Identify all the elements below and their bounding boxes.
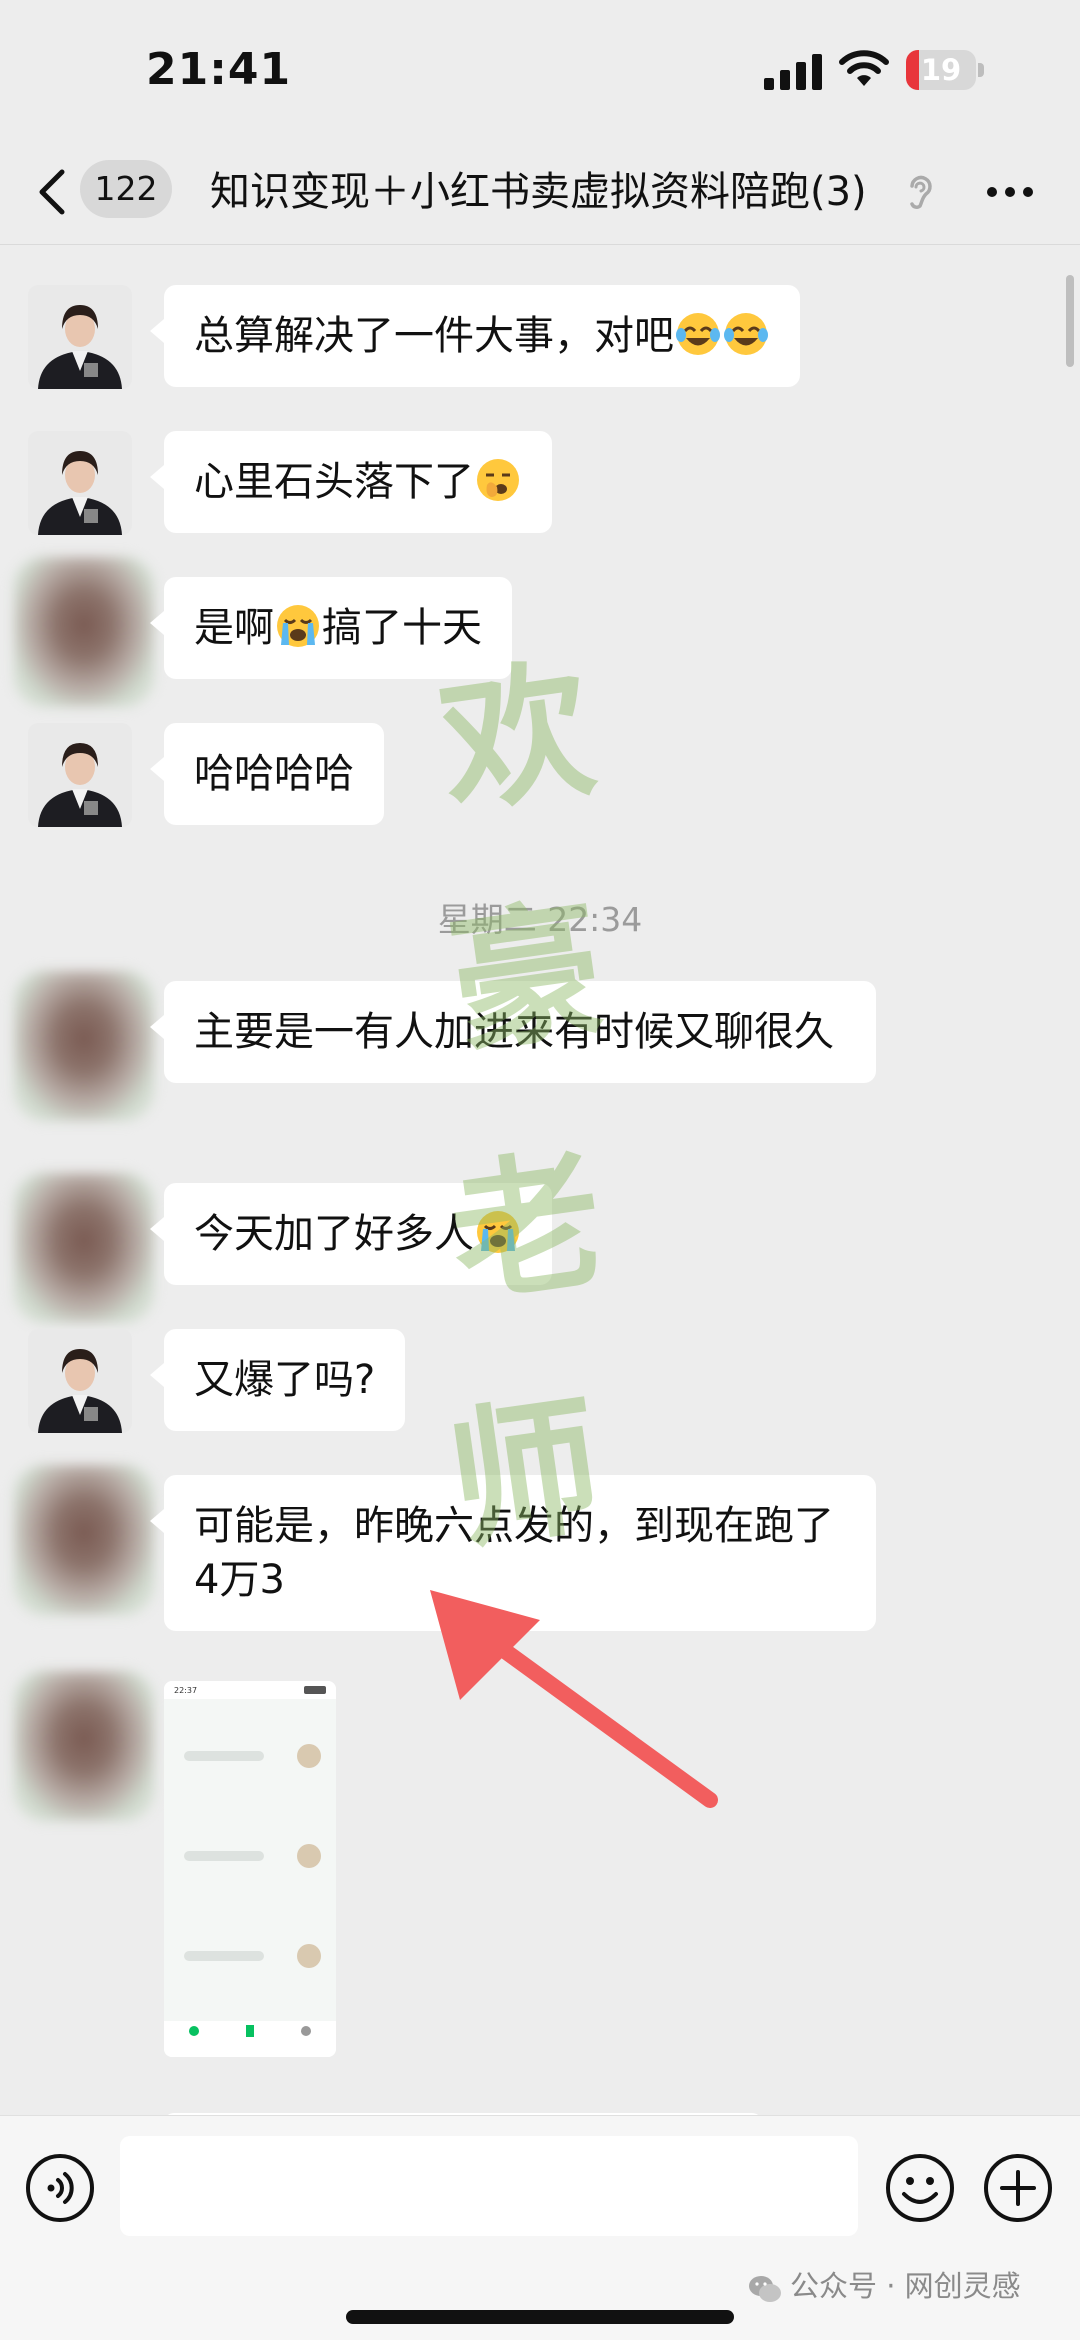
- wifi-icon: [839, 50, 889, 86]
- thumbnail-time: 22:37: [174, 1686, 197, 1695]
- scrollbar[interactable]: [1066, 275, 1074, 367]
- annotation-arrow-icon: [430, 1590, 718, 1808]
- message-text: 是啊: [194, 605, 274, 651]
- input-bar: 公众号 · 网创灵感: [0, 2115, 1080, 2340]
- voice-input-icon[interactable]: [24, 2152, 96, 2224]
- message-bubble[interactable]: 总算解决了一件大事，对吧: [150, 285, 800, 387]
- status-bar: 21:41 19: [0, 0, 1080, 140]
- teacher-avatar[interactable]: [28, 285, 132, 389]
- timestamp: 星期二 22:34: [437, 900, 643, 939]
- message-list[interactable]: 总算解决了一件大事，对吧 心里石头落下了 是啊 搞了十天 哈哈哈哈 星期二 22…: [0, 245, 1080, 2115]
- plus-more-icon[interactable]: [982, 2152, 1054, 2224]
- message-bubble[interactable]: 又爆了吗?: [149, 1329, 406, 1431]
- group-name: 知识变现＋小红书卖虚拟资料陪跑: [210, 169, 810, 215]
- unread-count-badge[interactable]: 122: [80, 160, 172, 218]
- battery-percent: 19: [920, 53, 962, 87]
- chat-title: 知识变现＋小红书卖虚拟资料陪跑(3): [210, 162, 922, 222]
- teacher-avatar[interactable]: [28, 723, 132, 827]
- message-text: 心里石头落下了: [194, 459, 474, 505]
- loudly-crying-emoji-icon: [477, 1211, 519, 1253]
- emoji-picker-icon[interactable]: [884, 2152, 956, 2224]
- message-text: 又爆了吗?: [194, 1357, 376, 1403]
- blurred-avatar[interactable]: [14, 1173, 154, 1323]
- screenshot-thumbnail: 22:37: [164, 1681, 336, 2057]
- message-bubble[interactable]: 心里石头落下了: [150, 431, 552, 533]
- battery-tip: [978, 63, 984, 77]
- blurred-avatar[interactable]: [14, 971, 154, 1121]
- member-count: (3): [810, 169, 867, 215]
- chat-header: 122 知识变现＋小红书卖虚拟资料陪跑(3): [0, 140, 1080, 245]
- message-input[interactable]: [120, 2136, 858, 2236]
- blurred-avatar[interactable]: [14, 1671, 154, 1821]
- message-text: 哈哈哈哈: [194, 751, 354, 797]
- message-bubble[interactable]: 主要是一有人加进来有时候又聊很久: [150, 981, 876, 1083]
- message-text: 主要是一有人加进来有时候又聊很久: [194, 1009, 834, 1055]
- home-indicator[interactable]: [346, 2310, 734, 2324]
- message-text-end: 搞了十天: [322, 605, 482, 651]
- battery-indicator: 19: [906, 50, 984, 90]
- teacher-avatar[interactable]: [28, 431, 132, 535]
- more-options-icon[interactable]: [984, 176, 1036, 208]
- yawning-emoji-icon: [477, 459, 519, 501]
- screenshot-image-message[interactable]: 22:37: [164, 1681, 336, 2057]
- wechat-logo-icon: [749, 2276, 781, 2302]
- laughing-crying-emoji-icon: [724, 313, 768, 355]
- message-bubble[interactable]: 今天加了好多人: [150, 1183, 552, 1285]
- loudly-crying-emoji-icon: [277, 605, 319, 647]
- message-bubble[interactable]: 哈哈哈哈: [150, 723, 384, 825]
- message-text: 今天加了好多人: [194, 1211, 474, 1257]
- status-time: 21:41: [146, 44, 292, 95]
- blurred-avatar[interactable]: [14, 557, 154, 707]
- message-text: 可能是，昨晚六点发的，到现在跑了4万3: [194, 1503, 834, 1603]
- cellular-signal-icon: [764, 54, 822, 90]
- back-chevron-icon[interactable]: [34, 168, 74, 216]
- teacher-avatar[interactable]: [28, 1329, 132, 1433]
- source-text: 公众号 · 网创灵感: [790, 2269, 1021, 2303]
- source-watermark: 公众号 · 网创灵感: [748, 2266, 1021, 2306]
- laughing-crying-emoji-icon: [676, 313, 720, 355]
- message-bubble[interactable]: 是啊 搞了十天: [150, 577, 512, 679]
- battery-icon: 19: [906, 50, 976, 90]
- message-text: 总算解决了一件大事，对吧: [194, 313, 674, 359]
- ear-speaker-mode-icon: [910, 175, 932, 209]
- blurred-avatar[interactable]: [14, 1465, 154, 1615]
